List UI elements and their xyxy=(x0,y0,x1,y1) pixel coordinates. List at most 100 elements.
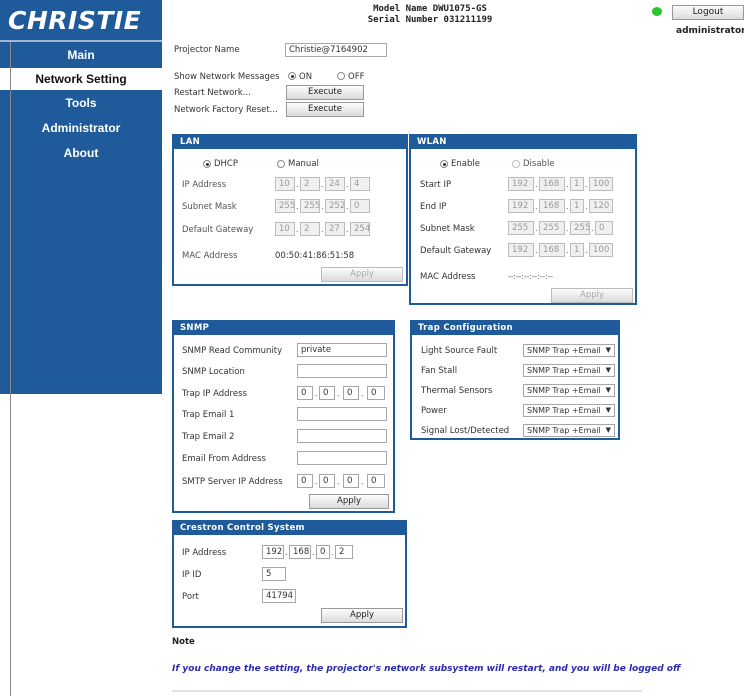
wlan-gateway-octet-2[interactable]: 168 xyxy=(539,243,565,257)
logout-button[interactable]: Logout xyxy=(672,5,744,20)
wlan-end-octet-1[interactable]: 192 xyxy=(508,199,534,213)
lan-gateway-octet-1[interactable]: 10 xyxy=(275,222,295,236)
wlan-subnet-octet-1[interactable]: 255 xyxy=(508,221,534,235)
lan-panel: LAN DHCP Manual IP Address 10 . 2 . 24 .… xyxy=(172,134,408,286)
snmp-community-label: SNMP Read Community xyxy=(182,346,283,356)
logo-bar: CHRISTIE xyxy=(0,0,162,42)
christie-logo: CHRISTIE xyxy=(8,6,142,35)
wlan-start-octet-3[interactable]: 1 xyxy=(570,177,584,191)
wlan-subnet-octet-4[interactable]: 0 xyxy=(595,221,613,235)
trap-email2-input[interactable] xyxy=(297,429,387,443)
sidebar: Main Network Setting Tools Administrator… xyxy=(0,42,162,394)
projector-name-input[interactable]: Christie@7164902 xyxy=(285,43,387,57)
restart-execute-button[interactable]: Execute xyxy=(286,85,364,100)
snmp-community-input[interactable]: private xyxy=(297,343,387,357)
dropdown-caret-icon: ▼ xyxy=(605,346,611,354)
crestron-ip-octet-1[interactable]: 192 xyxy=(262,545,284,559)
lan-manual-radio[interactable] xyxy=(277,160,285,168)
crestron-ipid-label: IP ID xyxy=(182,570,202,580)
lan-ip-label: IP Address xyxy=(182,180,227,190)
crestron-port-input[interactable]: 41794 xyxy=(262,589,296,603)
wlan-end-octet-2[interactable]: 168 xyxy=(539,199,565,213)
wlan-gateway-octet-3[interactable]: 1 xyxy=(570,243,584,257)
lan-dhcp-radio[interactable] xyxy=(203,160,211,168)
show-messages-on-radio[interactable] xyxy=(288,72,296,80)
crestron-ip-octet-2[interactable]: 168 xyxy=(289,545,311,559)
wlan-gateway-octet-1[interactable]: 192 xyxy=(508,243,534,257)
trap-ip-octet-2[interactable]: 0 xyxy=(319,386,335,400)
wlan-start-label: Start IP xyxy=(420,180,452,190)
lan-ip-octet-3[interactable]: 24 xyxy=(325,177,345,191)
snmp-location-input[interactable] xyxy=(297,364,387,378)
snmp-panel: SNMP SNMP Read Community private SNMP Lo… xyxy=(172,320,395,513)
crestron-ipid-input[interactable]: 5 xyxy=(262,567,286,581)
show-messages-label: Show Network Messages xyxy=(174,72,280,82)
trap-ip-octet-3[interactable]: 0 xyxy=(343,386,359,400)
smtp-ip-label: SMTP Server IP Address xyxy=(182,477,283,487)
sidebar-item-tools[interactable]: Tools xyxy=(0,94,162,112)
lan-gateway-octet-3[interactable]: 27 xyxy=(325,222,345,236)
trap-power-select[interactable]: SNMP Trap +Email ▼ xyxy=(523,404,615,417)
wlan-gateway-octet-4[interactable]: 100 xyxy=(589,243,613,257)
wlan-panel: WLAN Enable Disable Start IP 192 . 168 .… xyxy=(409,134,637,305)
lan-ip-octet-1[interactable]: 10 xyxy=(275,177,295,191)
wlan-subnet-octet-3[interactable]: 255 xyxy=(570,221,590,235)
wlan-disable-radio[interactable] xyxy=(512,160,520,168)
trap-ip-octet-4[interactable]: 0 xyxy=(367,386,385,400)
select-value: SNMP Trap +Email xyxy=(527,346,601,355)
wlan-end-octet-4[interactable]: 120 xyxy=(589,199,613,213)
crestron-apply-button[interactable]: Apply xyxy=(321,608,403,623)
smtp-ip-octet-2[interactable]: 0 xyxy=(319,474,335,488)
wlan-start-octet-1[interactable]: 192 xyxy=(508,177,534,191)
wlan-subnet-label: Subnet Mask xyxy=(420,224,475,234)
trap-light-source-select[interactable]: SNMP Trap +Email ▼ xyxy=(523,344,615,357)
wlan-apply-button[interactable]: Apply xyxy=(551,288,633,303)
restart-network-label: Restart Network... xyxy=(174,88,251,98)
wlan-end-label: End IP xyxy=(420,202,447,212)
lan-subnet-octet-4[interactable]: 0 xyxy=(350,199,370,213)
trap-email1-input[interactable] xyxy=(297,407,387,421)
smtp-ip-octet-1[interactable]: 0 xyxy=(297,474,313,488)
wlan-start-octet-4[interactable]: 100 xyxy=(589,177,613,191)
wlan-disable-label: Disable xyxy=(523,159,555,169)
wlan-subnet-octet-2[interactable]: 255 xyxy=(539,221,565,235)
email-from-input[interactable] xyxy=(297,451,387,465)
status-indicator-icon xyxy=(652,7,662,16)
trap-signal-select[interactable]: SNMP Trap +Email ▼ xyxy=(523,424,615,437)
lan-ip-octet-2[interactable]: 2 xyxy=(300,177,320,191)
trap-ip-octet-1[interactable]: 0 xyxy=(297,386,313,400)
snmp-apply-button[interactable]: Apply xyxy=(309,494,389,509)
smtp-ip-octet-3[interactable]: 0 xyxy=(343,474,359,488)
select-value: SNMP Trap +Email xyxy=(527,406,601,415)
lan-manual-label: Manual xyxy=(288,159,319,169)
crestron-ip-label: IP Address xyxy=(182,548,227,558)
sidebar-item-about[interactable]: About xyxy=(0,144,162,162)
wlan-enable-radio[interactable] xyxy=(440,160,448,168)
lan-subnet-octet-2[interactable]: 255 xyxy=(300,199,320,213)
trap-config-panel: Trap Configuration Light Source Fault SN… xyxy=(410,320,620,440)
lan-gateway-octet-2[interactable]: 2 xyxy=(300,222,320,236)
show-messages-off-radio[interactable] xyxy=(337,72,345,80)
snmp-location-label: SNMP Location xyxy=(182,367,245,377)
snmp-panel-title: SNMP xyxy=(174,322,393,335)
factory-reset-execute-button[interactable]: Execute xyxy=(286,102,364,117)
trap-row-label: Fan Stall xyxy=(421,366,458,376)
wlan-end-octet-3[interactable]: 1 xyxy=(570,199,584,213)
sidebar-item-network-setting[interactable]: Network Setting xyxy=(0,68,162,90)
crestron-ip-octet-3[interactable]: 0 xyxy=(316,545,330,559)
select-value: SNMP Trap +Email xyxy=(527,366,601,375)
lan-gateway-octet-4[interactable]: 254 xyxy=(350,222,370,236)
lan-apply-button[interactable]: Apply xyxy=(321,267,403,282)
smtp-ip-octet-4[interactable]: 0 xyxy=(367,474,385,488)
dropdown-caret-icon: ▼ xyxy=(605,406,611,414)
lan-ip-octet-4[interactable]: 4 xyxy=(350,177,370,191)
trap-fan-stall-select[interactable]: SNMP Trap +Email ▼ xyxy=(523,364,615,377)
lan-subnet-octet-3[interactable]: 252 xyxy=(325,199,345,213)
crestron-ip-octet-4[interactable]: 2 xyxy=(335,545,353,559)
show-messages-on-label: ON xyxy=(299,72,313,82)
lan-subnet-octet-1[interactable]: 255 xyxy=(275,199,295,213)
sidebar-item-main[interactable]: Main xyxy=(0,46,162,64)
trap-thermal-select[interactable]: SNMP Trap +Email ▼ xyxy=(523,384,615,397)
sidebar-item-administrator[interactable]: Administrator xyxy=(0,119,162,137)
wlan-start-octet-2[interactable]: 168 xyxy=(539,177,565,191)
